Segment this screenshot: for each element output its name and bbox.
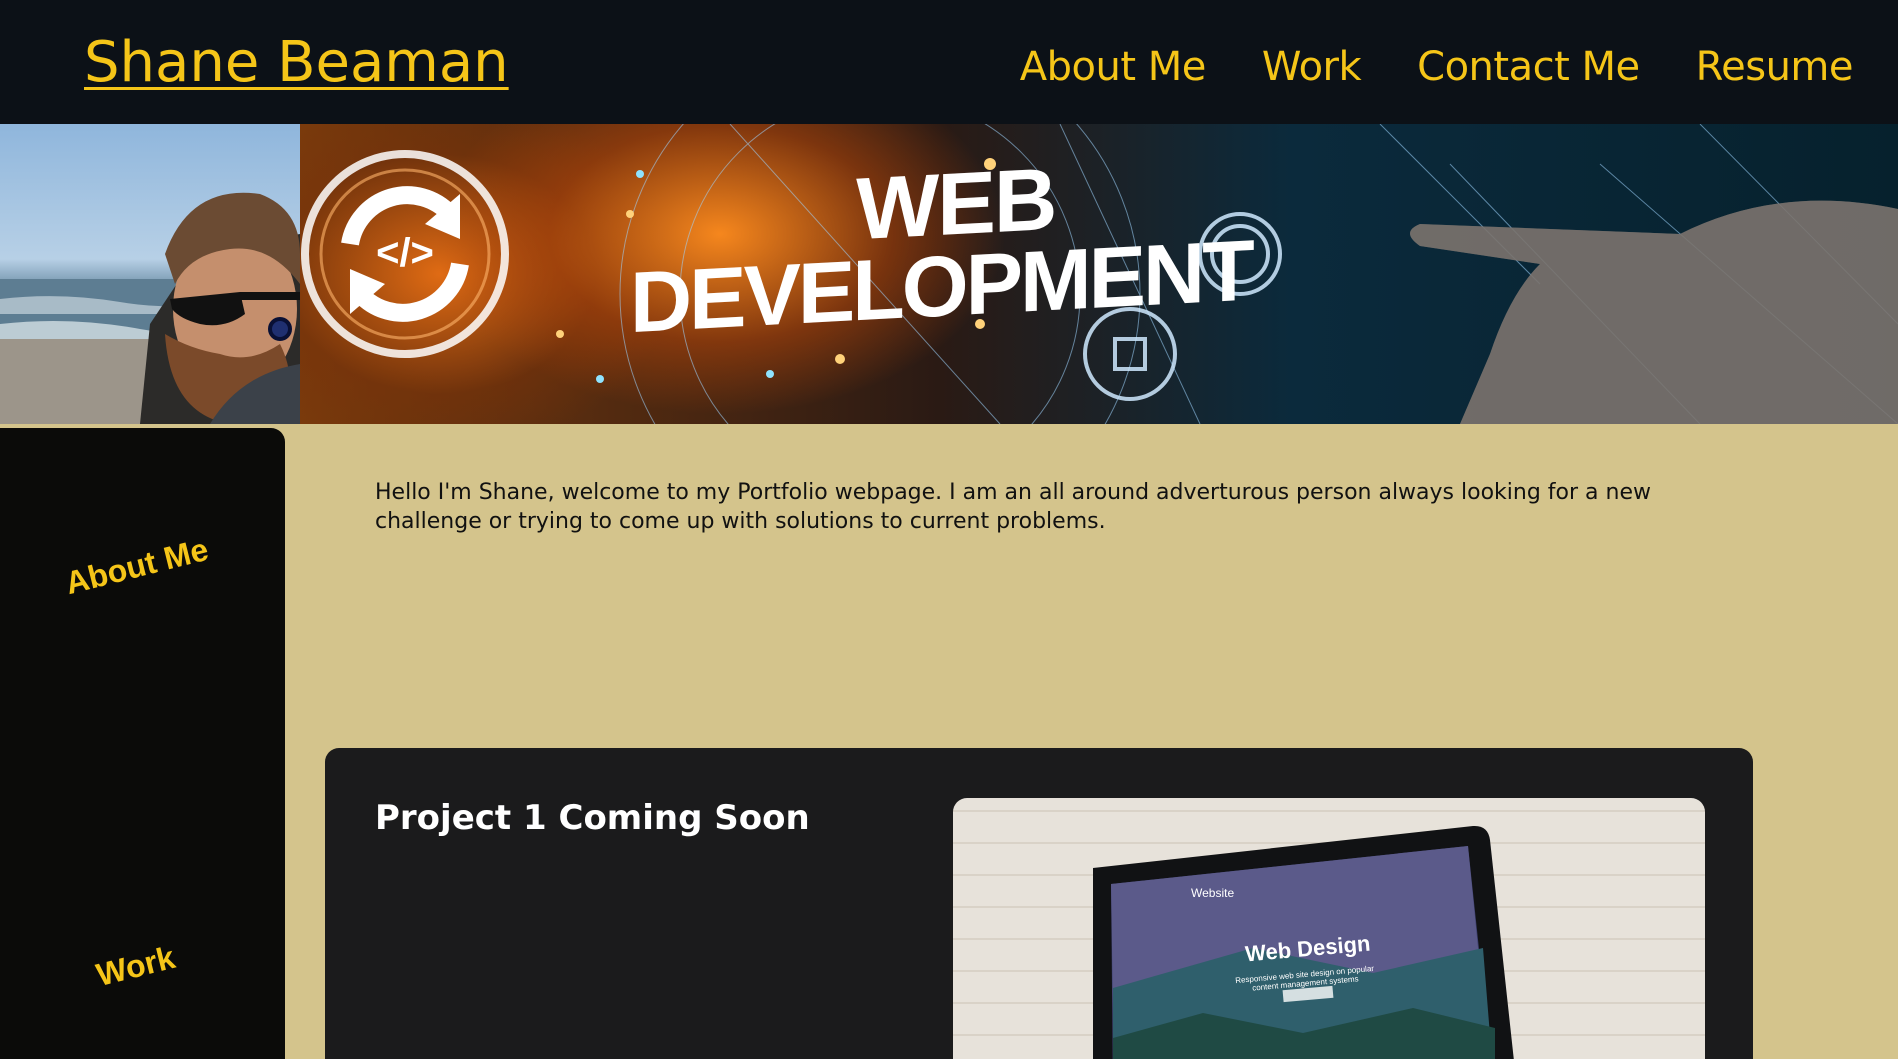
nav-contact-me[interactable]: Contact Me (1417, 44, 1640, 90)
project-title: Project 1 Coming Soon (375, 798, 810, 838)
banner-headline: WEB DEVELOPMENT (630, 146, 1252, 351)
web-development-banner-image: </> WEB DEVELOPMENT (300, 124, 1898, 424)
project-thumbnail[interactable]: Website Web Design Responsive web site d… (953, 798, 1705, 1059)
sidebar-item-about-me[interactable]: About Me (62, 531, 212, 602)
site-title-link[interactable]: Shane Beaman (84, 30, 509, 95)
main-nav: About Me Work Contact Me Resume (1020, 44, 1854, 90)
site-header: Shane Beaman About Me Work Contact Me Re… (0, 0, 1898, 124)
nav-resume[interactable]: Resume (1696, 44, 1854, 90)
sidebar: About Me Work (0, 428, 285, 1059)
screen-site-label: Website (1191, 886, 1235, 900)
code-glyph: </> (376, 231, 434, 275)
nav-about-me[interactable]: About Me (1020, 44, 1207, 90)
hero-banner: </> WEB DEVELOPMENT (0, 124, 1898, 424)
profile-photo (0, 124, 300, 424)
sidebar-item-work[interactable]: Work (93, 939, 179, 994)
nav-work[interactable]: Work (1262, 44, 1362, 90)
project-card: Project 1 Coming Soon Website Web Design… (325, 748, 1753, 1059)
intro-text: Hello I'm Shane, welcome to my Portfolio… (375, 480, 1651, 534)
